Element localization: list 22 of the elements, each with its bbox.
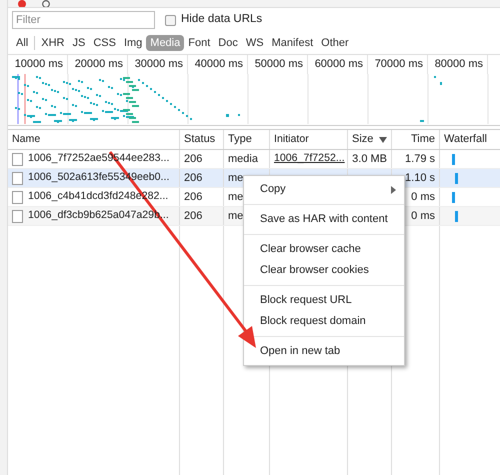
table-cell-text: me — [228, 190, 244, 205]
table-cell-text: me — [228, 170, 244, 186]
time-tick-label: 40000 ms — [188, 55, 248, 74]
table-cell-text: me — [228, 208, 244, 224]
checkbox-label: Hide data URLs — [181, 12, 262, 28]
time-tick-label: 70000 ms — [368, 55, 428, 74]
time-tick-label: 30000 ms — [128, 55, 188, 74]
time-tick-label: 60000 ms — [308, 55, 368, 74]
time-tick-label: 10000 ms — [8, 55, 68, 74]
table-cell-text: 1.79 s — [405, 152, 435, 167]
table-cell-text: 206 — [184, 152, 202, 167]
table-cell-text: 0 ms — [411, 190, 435, 205]
table-cell-text: 1.10 s — [405, 170, 435, 186]
table-cell-text: 0 ms — [411, 208, 435, 224]
table-cell-text: 3.0 MB — [352, 152, 387, 167]
table-cell-text: 206 — [184, 190, 202, 205]
time-tick-label: 20000 ms — [68, 55, 128, 74]
time-tick-label: 50000 ms — [248, 55, 308, 74]
table-cell-text: media — [228, 152, 258, 167]
table-cell-text: 206 — [184, 208, 202, 224]
time-tick-label: 80000 ms — [428, 55, 488, 74]
table-cell-text: 206 — [184, 170, 202, 186]
